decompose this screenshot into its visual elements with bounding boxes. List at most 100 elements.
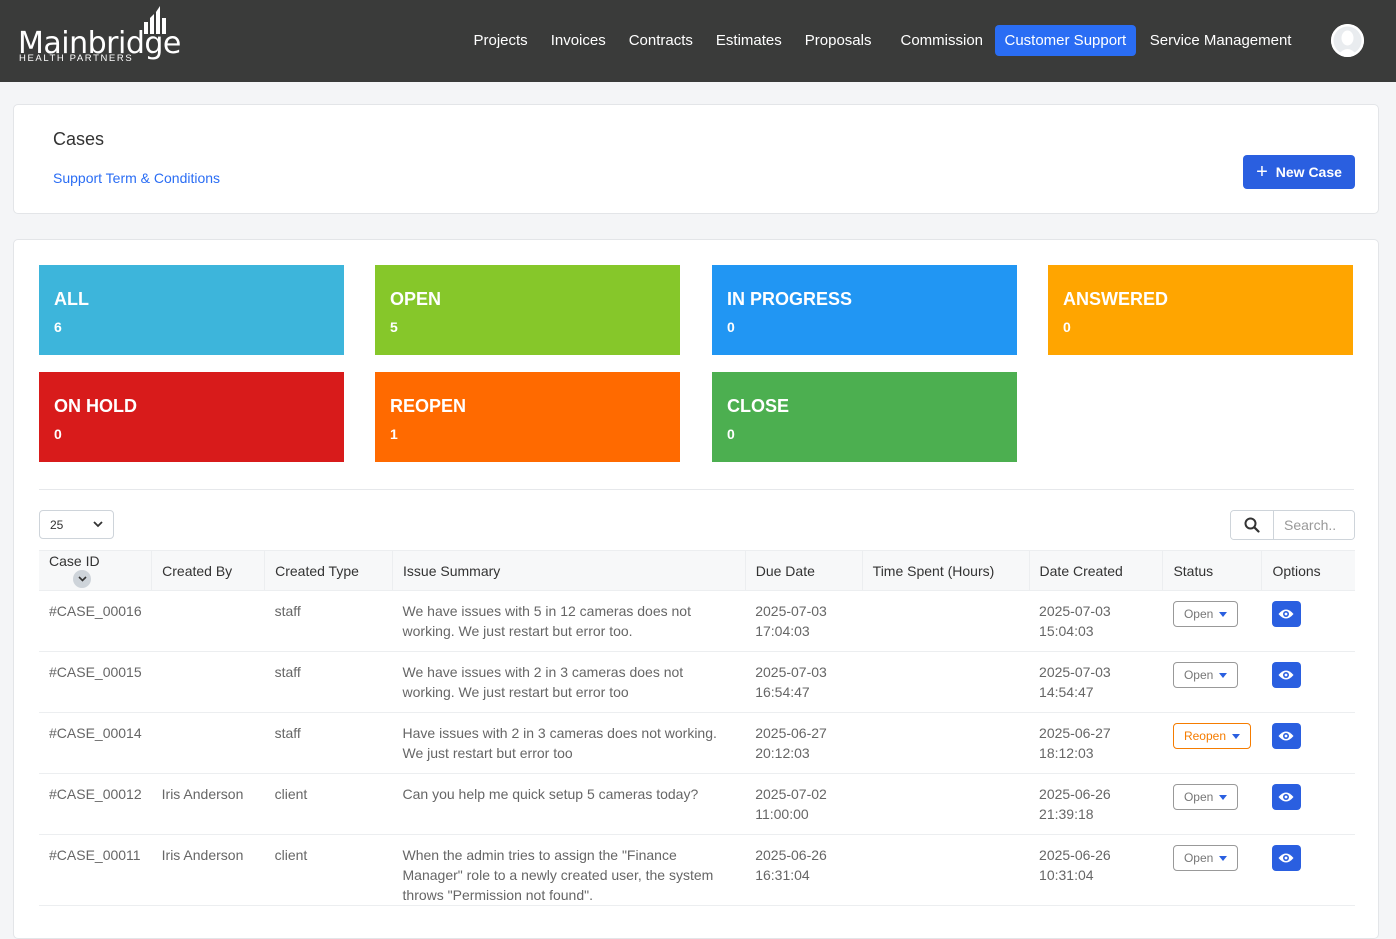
view-button[interactable] (1271, 601, 1301, 627)
col-case-id[interactable]: Case ID (39, 550, 153, 591)
stat-card-open[interactable]: OPEN 5 (375, 265, 680, 355)
cell-due-date: 2025-07-03 17:04:03 (745, 590, 863, 652)
col-status[interactable]: Status (1162, 550, 1263, 591)
cell-time-spent (862, 712, 1030, 774)
caret-down-icon (1219, 672, 1228, 678)
stat-label: ANSWERED (1063, 289, 1169, 309)
col-due-date[interactable]: Due Date (745, 550, 863, 591)
nav-commission[interactable]: Commission (889, 25, 995, 56)
section-divider (39, 489, 1354, 490)
due-date: 2025-07-02 (755, 786, 827, 802)
stat-count: 0 (54, 426, 62, 442)
sort-icon[interactable] (73, 569, 91, 588)
due-time: 16:31:04 (755, 867, 810, 883)
status-label: Open (1183, 790, 1214, 804)
created-date: 2025-07-03 (1039, 603, 1111, 619)
page-title: Cases (53, 129, 105, 149)
stat-card-answered[interactable]: ANSWERED 0 (1048, 265, 1353, 355)
main-nav: Projects Invoices Contracts Estimates Pr… (462, 23, 1303, 57)
caret-down-icon (1219, 611, 1228, 617)
new-case-button[interactable]: + New Case (1243, 155, 1355, 189)
stat-card-reopen[interactable]: REOPEN 1 (375, 372, 680, 462)
cell-case-id: #CASE_00014 (39, 712, 152, 774)
cell-created-by: Iris Anderson (151, 834, 265, 906)
cell-date-created: 2025-07-03 15:04:03 (1029, 590, 1163, 652)
col-label: Case ID (49, 553, 100, 570)
view-button[interactable] (1271, 784, 1301, 810)
table-row: #CASE_00011 Iris Anderson client When th… (39, 834, 1355, 906)
cases-table: Case ID Created By Created Type Issue Su… (39, 550, 1355, 906)
col-time-spent[interactable]: Time Spent (Hours) (862, 550, 1030, 591)
stat-count: 6 (54, 319, 62, 335)
view-button[interactable] (1271, 723, 1301, 749)
status-dropdown[interactable]: Open (1172, 662, 1239, 688)
page-size-select[interactable]: 25 (39, 510, 114, 539)
status-dropdown[interactable]: Open (1172, 845, 1239, 871)
nav-invoices[interactable]: Invoices (539, 25, 617, 56)
due-date: 2025-06-27 (755, 725, 827, 741)
status-dropdown[interactable]: Reopen (1172, 723, 1251, 749)
col-date-created[interactable]: Date Created (1029, 550, 1164, 591)
cell-created-by (151, 590, 265, 652)
eye-icon (1278, 670, 1294, 680)
cases-main-card: ALL 6 OPEN 5 IN PROGRESS 0 ANSWERED 0 ON… (13, 239, 1379, 939)
search-input[interactable] (1274, 511, 1354, 539)
nav-estimates[interactable]: Estimates (704, 25, 793, 56)
created-date: 2025-06-26 (1039, 786, 1111, 802)
due-time: 16:54:47 (755, 684, 810, 700)
nav-service-management[interactable]: Service Management (1138, 25, 1303, 56)
search-button[interactable] (1231, 511, 1274, 539)
status-label: Open (1183, 668, 1214, 682)
col-created-type[interactable]: Created Type (264, 550, 394, 591)
nav-proposals[interactable]: Proposals (793, 25, 883, 56)
col-issue-summary[interactable]: Issue Summary (392, 550, 746, 591)
stat-count: 0 (727, 426, 735, 442)
nav-customer-support[interactable]: Customer Support (994, 24, 1137, 56)
cell-date-created: 2025-06-26 21:39:18 (1029, 773, 1163, 835)
stat-count: 0 (1063, 319, 1071, 335)
table-row: #CASE_00015 staff We have issues with 2 … (39, 651, 1355, 713)
nav-projects[interactable]: Projects (462, 25, 539, 56)
stat-card-all[interactable]: ALL 6 (39, 265, 344, 355)
brand-tagline: HEALTH PARTNERS (19, 53, 134, 64)
cell-summary: When the admin tries to assign the "Fina… (392, 834, 746, 906)
cell-summary: Can you help me quick setup 5 cameras to… (392, 773, 746, 835)
stat-label: IN PROGRESS (727, 289, 853, 309)
cell-created-type: client (264, 834, 393, 906)
cell-date-created: 2025-06-26 10:31:04 (1029, 834, 1163, 906)
status-dropdown[interactable]: Open (1172, 784, 1239, 810)
stat-card-close[interactable]: CLOSE 0 (712, 372, 1017, 462)
cell-created-type: staff (264, 712, 393, 774)
brand-logo[interactable]: Mainbridge HEALTH PARTNERS (18, 6, 181, 66)
view-button[interactable] (1271, 845, 1301, 871)
table-row: #CASE_00012 Iris Anderson client Can you… (39, 773, 1355, 835)
cell-options (1261, 712, 1355, 774)
view-button[interactable] (1271, 662, 1301, 688)
cell-status: Reopen (1162, 712, 1262, 774)
status-label: Reopen (1183, 729, 1226, 743)
created-time: 18:12:03 (1039, 745, 1094, 761)
cell-created-by (151, 651, 265, 713)
status-dropdown[interactable]: Open (1172, 601, 1239, 627)
eye-icon (1278, 792, 1294, 802)
stat-card-on-hold[interactable]: ON HOLD 0 (39, 372, 344, 462)
cell-status: Open (1162, 773, 1262, 835)
user-silhouette-icon (1331, 24, 1364, 57)
col-created-by[interactable]: Created By (151, 550, 266, 591)
stat-label: ON HOLD (54, 396, 137, 416)
status-label: Open (1183, 851, 1214, 865)
cell-created-by (151, 712, 265, 774)
caret-down-icon (1232, 733, 1240, 739)
cell-created-by: Iris Anderson (151, 773, 265, 835)
user-avatar[interactable] (1331, 24, 1364, 57)
nav-contracts[interactable]: Contracts (617, 25, 704, 56)
support-terms-link[interactable]: Support Term & Conditions (53, 170, 220, 186)
cell-time-spent (862, 651, 1030, 713)
cell-status: Open (1162, 651, 1262, 713)
created-date: 2025-06-27 (1039, 725, 1111, 741)
stat-card-in-progress[interactable]: IN PROGRESS 0 (712, 265, 1017, 355)
stat-count: 1 (390, 426, 398, 442)
cell-created-type: client (264, 773, 393, 835)
cell-options (1261, 651, 1355, 713)
cases-header-card: Cases Support Term & Conditions + New Ca… (13, 104, 1379, 214)
